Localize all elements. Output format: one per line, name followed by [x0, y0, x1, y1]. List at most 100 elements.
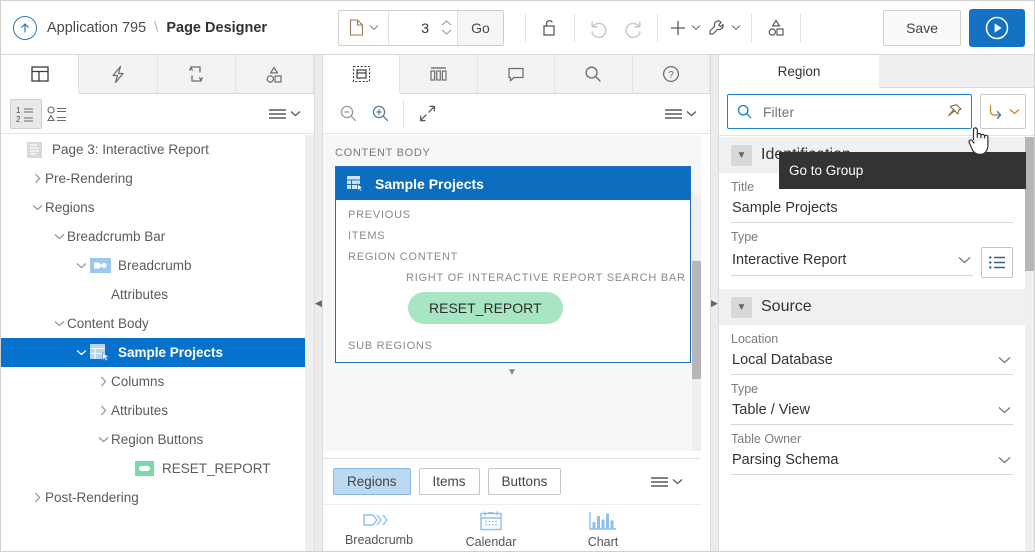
tree-item-attributes[interactable]: Attributes: [1, 280, 305, 309]
source-type-select[interactable]: Table / View: [731, 399, 1013, 425]
type-lov-button[interactable]: [981, 247, 1013, 278]
chevron-down-icon: [998, 456, 1011, 463]
chevron-down-icon[interactable]: [29, 204, 45, 211]
tree-item-page-3-interactive-report[interactable]: Page 3: Interactive Report: [1, 135, 305, 164]
shapes-list-icon[interactable]: [42, 99, 74, 129]
undo-icon[interactable]: [582, 11, 616, 45]
run-button[interactable]: [969, 8, 1025, 47]
tree-item-columns[interactable]: Columns: [1, 367, 305, 396]
page-type-button[interactable]: [339, 10, 390, 45]
add-icon[interactable]: [665, 11, 704, 45]
gallery-item-calendar[interactable]: Calendar: [435, 505, 547, 551]
chevron-down-icon[interactable]: [51, 320, 67, 327]
page-number-stepper[interactable]: [436, 10, 459, 45]
rendering-tree[interactable]: Page 3: Interactive Report Pre-Rendering R…: [1, 135, 305, 551]
gallery-item-chart[interactable]: Chart: [547, 505, 659, 551]
chevron-down-icon[interactable]: ▼: [731, 144, 752, 166]
redo-icon[interactable]: [616, 11, 650, 45]
tab-search[interactable]: [555, 55, 633, 93]
gallery-tab-regions[interactable]: Regions: [333, 468, 411, 495]
toolbar-divider: [524, 13, 526, 42]
header-toolbar: [518, 11, 808, 45]
arrow-up-circle-icon[interactable]: [13, 15, 37, 40]
chevron-down-icon[interactable]: [73, 349, 89, 356]
tree-item-content-body[interactable]: Content Body: [1, 309, 305, 338]
tree-item-sample-projects[interactable]: Sample Projects: [1, 338, 305, 367]
filter-box[interactable]: [727, 94, 972, 129]
collapse-left-icon[interactable]: ◀: [315, 299, 322, 308]
tree-item-label: Post-Rendering: [45, 490, 139, 505]
chevron-right-icon[interactable]: [95, 376, 111, 387]
chevron-down-icon[interactable]: [95, 436, 111, 443]
scrollbar-thumb[interactable]: [1025, 137, 1034, 271]
filter-input[interactable]: [761, 102, 946, 121]
go-button[interactable]: Go: [458, 10, 503, 45]
tab-messages[interactable]: [477, 55, 556, 93]
chevron-down-icon[interactable]: [73, 262, 89, 269]
collapse-right-icon[interactable]: ▶: [711, 299, 718, 308]
type-select[interactable]: Interactive Report: [731, 250, 973, 276]
scroll-down-indicator[interactable]: ▼: [323, 367, 701, 378]
page-number-input[interactable]: [389, 10, 437, 45]
tree-item-attributes[interactable]: Attributes: [1, 396, 305, 425]
layout-region-sample-projects[interactable]: Sample Projects PREVIOUS ITEMS REGION CO…: [335, 166, 691, 363]
tree-item-regions[interactable]: Regions: [1, 193, 305, 222]
location-select[interactable]: Local Database: [731, 349, 1013, 375]
component-gallery[interactable]: Breadcrumb Calendar Chart: [323, 504, 701, 551]
tree-item-breadcrumb-bar[interactable]: Breadcrumb Bar: [1, 222, 305, 251]
property-editor[interactable]: ▼ Identification Title Sample Projects T…: [719, 137, 1025, 551]
region-header[interactable]: Sample Projects: [336, 167, 690, 200]
application-name[interactable]: Application 795: [47, 20, 146, 36]
gallery-tab-buttons[interactable]: Buttons: [487, 468, 562, 495]
table-owner-select[interactable]: Parsing Schema: [731, 449, 1013, 475]
tab-dynamic-actions[interactable]: [79, 55, 158, 93]
zoom-in-icon[interactable]: [364, 99, 396, 129]
tree-item-reset-report[interactable]: RESET_REPORT: [1, 454, 305, 483]
source-type-select-value: Table / View: [732, 401, 810, 418]
save-button[interactable]: Save: [883, 9, 961, 46]
button-icon: [133, 459, 155, 478]
tab-shared-components[interactable]: [235, 55, 314, 93]
magnifier-icon: [585, 66, 602, 82]
layout-button-reset-report[interactable]: RESET_REPORT: [408, 292, 563, 324]
chevron-down-icon[interactable]: ▼: [731, 296, 752, 318]
gallery-menu-button[interactable]: [646, 475, 687, 489]
tree-item-region-buttons[interactable]: Region Buttons: [1, 425, 305, 454]
tab-help[interactable]: ?: [632, 55, 711, 93]
shapes-icon[interactable]: [759, 11, 793, 45]
chevron-down-icon: [1009, 108, 1019, 115]
tab-rendering[interactable]: [1, 55, 80, 94]
chevron-down-icon[interactable]: [51, 233, 67, 240]
gallery-item-label: Calendar: [465, 535, 517, 549]
left-panel-menu-button[interactable]: [264, 107, 305, 121]
wrench-icon[interactable]: [704, 11, 744, 45]
property-editor-scrollbar[interactable]: [1025, 137, 1034, 551]
layout-scrollbar[interactable]: [692, 195, 701, 451]
lock-icon[interactable]: [533, 11, 567, 45]
tab-region[interactable]: Region: [719, 55, 879, 88]
tab-layout[interactable]: [323, 55, 401, 94]
right-splitter[interactable]: ▶: [710, 55, 719, 551]
gallery-tab-items[interactable]: Items: [418, 468, 480, 495]
chevron-right-icon[interactable]: [29, 492, 45, 503]
tree-item-post-rendering[interactable]: Post-Rendering: [1, 483, 305, 512]
left-splitter[interactable]: ◀: [314, 55, 323, 551]
property-group-source[interactable]: ▼ Source: [719, 289, 1025, 325]
chevron-right-icon[interactable]: [29, 173, 45, 184]
chevron-right-icon[interactable]: [95, 405, 111, 416]
interactive-report-icon: [89, 343, 111, 362]
tree-item-pre-rendering[interactable]: Pre-Rendering: [1, 164, 305, 193]
tree-item-breadcrumb[interactable]: Breadcrumb: [1, 251, 305, 280]
expand-arrows-icon[interactable]: [411, 99, 443, 129]
page-layout-canvas[interactable]: CONTENT BODY Sample Projects PREVIOUS IT…: [323, 135, 701, 451]
tab-processing[interactable]: [157, 55, 236, 93]
numbered-list-icon[interactable]: 12: [10, 98, 42, 129]
go-to-group-button[interactable]: [980, 94, 1026, 129]
scrollbar-thumb[interactable]: [692, 261, 701, 379]
zoom-out-icon[interactable]: [332, 99, 364, 129]
gallery-item-breadcrumb[interactable]: Breadcrumb: [323, 505, 435, 551]
title-input[interactable]: Sample Projects: [731, 197, 1013, 223]
left-tree-scrollbar[interactable]: [305, 135, 314, 551]
tab-page-shared-components[interactable]: [400, 55, 478, 93]
center-panel-menu-button[interactable]: [660, 107, 701, 121]
